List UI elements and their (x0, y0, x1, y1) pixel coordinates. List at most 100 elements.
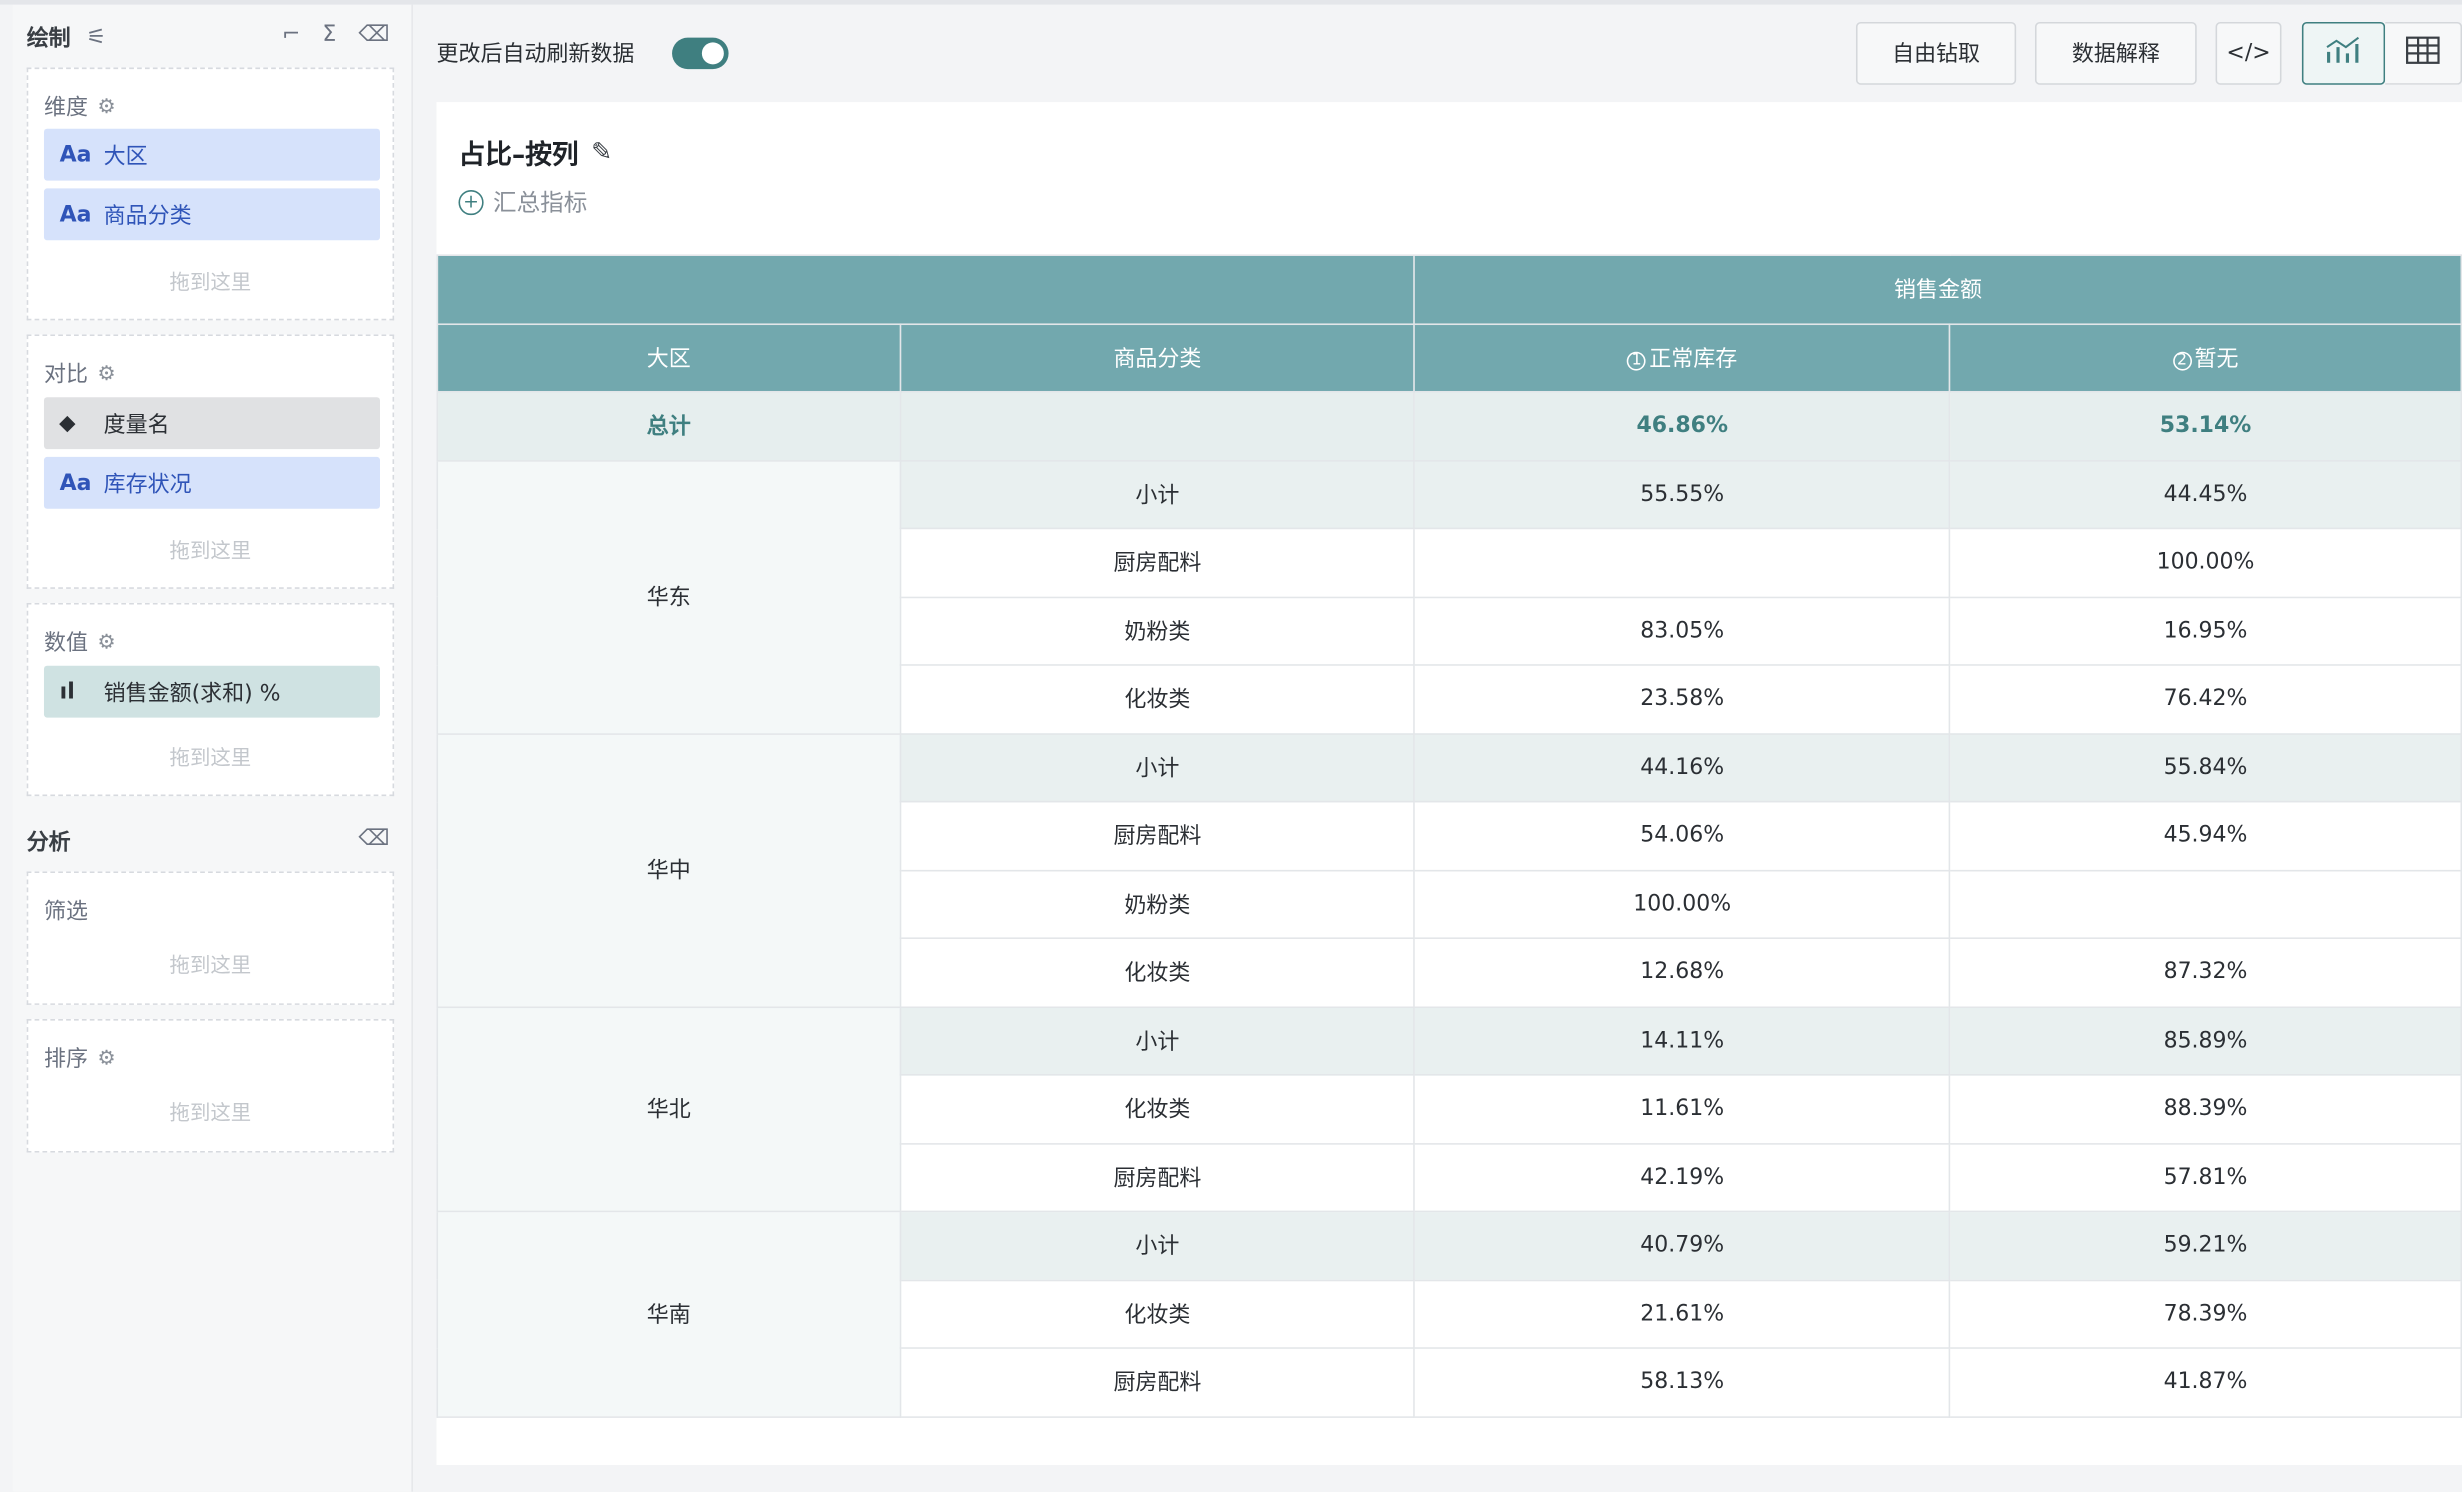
measure-name-pill[interactable]: ⬥ 度量名 (43, 397, 380, 450)
data-explain-button[interactable]: 数据解释 (2034, 21, 2197, 85)
sliders-icon[interactable]: ⚟ (86, 25, 106, 50)
pill-label: 商品分类 (103, 203, 192, 229)
category-cell: 化妆类 (899, 937, 1416, 1008)
dimension-zone[interactable]: 维度 ⚙ Aa 大区 Aa 商品分类 拖到这里 (26, 67, 395, 321)
category-cell: 化妆类 (899, 664, 1416, 735)
none-stock-cell: 16.95% (1948, 595, 2462, 666)
draw-section-header: 绘制 ⚟ (27, 22, 106, 53)
drop-hint: 拖到这里 (169, 271, 252, 296)
pencil-icon[interactable]: ✎ (591, 137, 612, 167)
eraser-icon[interactable]: ⌫ (358, 22, 389, 47)
dimension-pill-category[interactable]: Aa 商品分类 (43, 188, 380, 241)
drop-hint: 拖到这里 (169, 540, 252, 564)
category-cell: 小计 (899, 1005, 1416, 1076)
add-aggregate-metric[interactable]: + 汇总指标 (458, 185, 587, 218)
values-zone[interactable]: 数值 ⚙ ıl 销售金额(求和) % 拖到这里 (26, 602, 395, 797)
normal-stock-cell: 40.79% (1413, 1210, 1951, 1281)
total-row: 总计 46.86% 53.14% (436, 390, 2462, 461)
category-cell: 厨房配料 (899, 1142, 1416, 1213)
dimension-pill-region[interactable]: Aa 大区 (43, 128, 380, 181)
corner-axis-icon[interactable]: ⌐ (282, 22, 300, 47)
normal-stock-cell: 58.13% (1413, 1347, 1951, 1418)
analysis-tools: ⌫ (358, 826, 389, 851)
total-none: 53.14% (1948, 390, 2462, 461)
compare-zone[interactable]: 对比 ⚙ ⬥ 度量名 Aa 库存状况 拖到这里 (26, 334, 395, 589)
gear-icon[interactable]: ⚙ (97, 362, 115, 386)
col-header-label: 正常库存 (1649, 346, 1738, 372)
normal-stock-cell: 11.61% (1413, 1074, 1951, 1144)
chart-view-button[interactable] (2301, 21, 2386, 85)
text-type-icon: Aa (59, 470, 92, 496)
sigma-icon[interactable]: Σ (322, 22, 336, 47)
table-row: 华北 小计 14.11% 85.89% (436, 1005, 2462, 1213)
table-view-button[interactable] (2385, 21, 2462, 85)
auto-refresh-toggle[interactable] (672, 37, 729, 70)
total-label: 总计 (436, 390, 901, 461)
sort-zone[interactable]: 排序 ⚙ 拖到这里 (26, 1019, 395, 1153)
main-toolbar: 更改后自动刷新数据 自由钻取 数据解释 </> (412, 4, 2462, 103)
pill-label: 大区 (103, 143, 148, 169)
category-cell: 厨房配料 (899, 1347, 1416, 1418)
bar-chart-icon: ıl (59, 679, 75, 705)
sidebar-divider (411, 4, 413, 1492)
none-stock-cell: 100.00% (1948, 527, 2462, 598)
compare-label: 对比 (43, 362, 88, 388)
values-label: 数值 (43, 631, 88, 657)
add-aggregate-label: 汇总指标 (493, 188, 588, 217)
drop-hint: 拖到这里 (169, 1102, 252, 1126)
code-button[interactable]: </> (2215, 21, 2282, 85)
compare-title: 对比 ⚙ (44, 358, 116, 389)
gear-icon[interactable]: ⚙ (97, 1047, 115, 1071)
chart-title: 占比–按列 (458, 139, 579, 172)
none-stock-cell: 44.45% (1948, 459, 2462, 530)
region-cell: 华南 (436, 1210, 901, 1418)
normal-stock-cell: 54.06% (1413, 800, 1951, 871)
normal-stock-cell: 100.00% (1413, 869, 1951, 939)
line-bar-chart-icon (2323, 35, 2364, 73)
draw-label: 绘制 (26, 26, 71, 52)
group-header-sales: 销售金额 (1413, 254, 2462, 325)
none-stock-cell: 59.21% (1948, 1210, 2462, 1281)
normal-stock-cell (1413, 527, 1951, 598)
gear-icon[interactable]: ⚙ (97, 630, 115, 654)
header-blank (436, 254, 1416, 325)
draw-tools: ⌐ Σ ⌫ (282, 22, 389, 47)
sort-label: 排序 (43, 1047, 88, 1073)
col-header-normal-stock[interactable]: 1 正常库存 (1413, 322, 1951, 393)
table-icon (2406, 36, 2441, 71)
pivot-table: 销售金额 大区 商品分类 1 正常库存 2 暂无 总计 46.86% 53.14% … (436, 254, 2462, 1418)
filter-zone[interactable]: 筛选 拖到这里 (26, 871, 395, 1005)
region-cell: 华中 (436, 732, 901, 1008)
app-root: 绘制 ⚟ ⌐ Σ ⌫ 维度 ⚙ Aa 大区 Aa 商品分类 拖到这里 对比 ⚙ … (0, 0, 2462, 1492)
col-header-category[interactable]: 商品分类 (899, 322, 1416, 393)
chart-title-row: 占比–按列 ✎ (458, 132, 612, 172)
col-header-label: 暂无 (2194, 346, 2239, 372)
category-cell: 化妆类 (899, 1074, 1416, 1144)
category-cell: 奶粉类 (899, 869, 1416, 939)
none-stock-cell: 76.42% (1948, 664, 2462, 735)
free-drill-button[interactable]: 自由钻取 (1855, 21, 2017, 85)
normal-stock-cell: 14.11% (1413, 1005, 1951, 1076)
col-header-region[interactable]: 大区 (436, 322, 901, 393)
plus-circle-icon: + (458, 189, 484, 215)
category-cell: 化妆类 (899, 1278, 1416, 1349)
none-stock-cell: 41.87% (1948, 1347, 2462, 1418)
normal-stock-cell: 83.05% (1413, 595, 1951, 666)
category-cell: 小计 (899, 1210, 1416, 1281)
eraser-icon[interactable]: ⌫ (358, 826, 389, 851)
dimension-label: 维度 (43, 95, 88, 121)
normal-stock-cell: 12.68% (1413, 937, 1951, 1008)
drop-hint: 拖到这里 (169, 954, 252, 979)
drop-hint: 拖到这里 (169, 747, 252, 771)
analysis-section-header: 分析 (27, 826, 71, 857)
table-row: 华南 小计 40.79% 59.21% (436, 1210, 2462, 1418)
config-sidebar: 绘制 ⚟ ⌐ Σ ⌫ 维度 ⚙ Aa 大区 Aa 商品分类 拖到这里 对比 ⚙ … (12, 4, 412, 1492)
col-header-none[interactable]: 2 暂无 (1948, 322, 2462, 393)
normal-stock-cell: 44.16% (1413, 732, 1951, 803)
value-pill-sales[interactable]: ıl 销售金额(求和) % (43, 665, 380, 718)
compare-pill-stock[interactable]: Aa 库存状况 (43, 456, 380, 509)
table-row: 华中 小计 44.16% 55.84% (436, 732, 2462, 1008)
total-blank (899, 390, 1416, 461)
gear-icon[interactable]: ⚙ (97, 95, 115, 119)
normal-stock-cell: 42.19% (1413, 1142, 1951, 1213)
